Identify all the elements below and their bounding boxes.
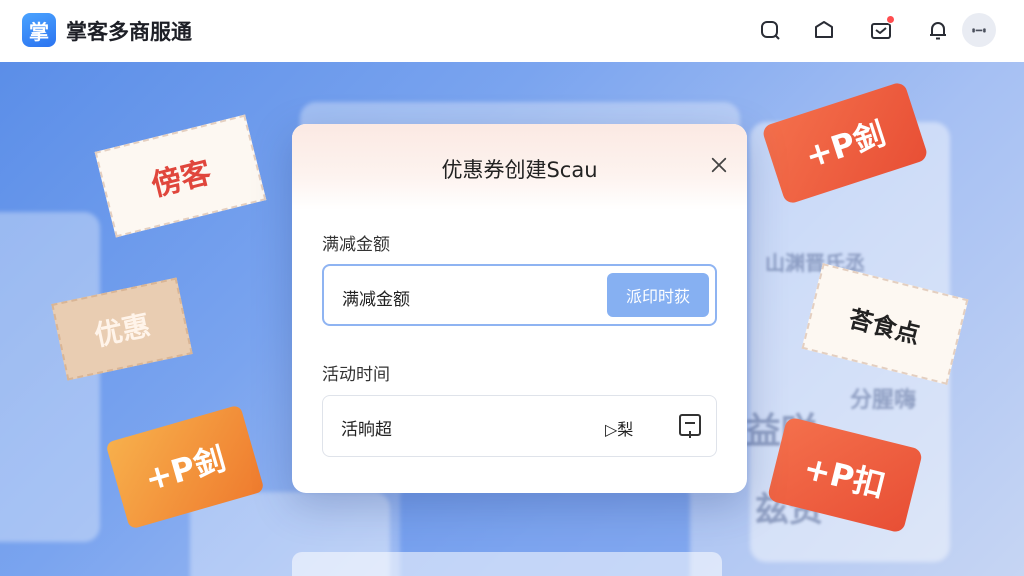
amount-input-value: 满减金额 xyxy=(342,290,410,310)
coupon-label: 优惠 xyxy=(91,308,154,353)
coupon-decoration: 傍客 xyxy=(94,114,267,238)
app-title: 掌客多商服通 xyxy=(66,20,192,44)
time-input[interactable]: 活晌超 ▷梨 xyxy=(322,395,717,457)
coupon-label: +P釗 xyxy=(140,439,231,499)
coupon-label: 荅食点 xyxy=(846,304,923,349)
close-icon xyxy=(711,157,727,173)
box-icon[interactable] xyxy=(811,17,837,43)
time-suffix: ▷梨 xyxy=(605,420,634,439)
close-button[interactable] xyxy=(706,152,732,178)
bell-icon[interactable] xyxy=(925,17,951,43)
time-label: 活动时间 xyxy=(322,365,390,385)
amount-input[interactable]: 满减金额 派印时荻 xyxy=(322,264,717,326)
amount-label: 满减金额 xyxy=(322,235,390,255)
time-input-value: 活晌超 xyxy=(341,420,392,440)
calendar-icon[interactable] xyxy=(678,413,702,439)
coupon-label: +P釗 xyxy=(800,114,891,176)
mail-icon[interactable] xyxy=(868,15,895,43)
avatar[interactable] xyxy=(962,13,996,47)
coupon-label: 傍客 xyxy=(148,155,215,204)
notification-badge xyxy=(886,15,895,24)
coupon-create-dialog: 优惠券创建Scau 满减金额 满减金额 派印时荻 活动时间 活晌超 ▷梨 xyxy=(292,124,747,493)
top-bar: 掌 掌客多商服通 xyxy=(0,0,1024,62)
coupon-label: +P扣 xyxy=(800,448,890,506)
avatar-icon xyxy=(972,28,986,33)
search-icon[interactable] xyxy=(757,17,783,43)
bg-card xyxy=(0,212,100,542)
app-logo[interactable]: 掌 xyxy=(22,13,56,47)
amount-action-button[interactable]: 派印时荻 xyxy=(607,273,709,317)
dialog-title: 优惠券创建Scau xyxy=(441,158,598,182)
bottom-panel xyxy=(292,552,722,576)
bg-text: 分腥嗨 xyxy=(850,388,917,413)
